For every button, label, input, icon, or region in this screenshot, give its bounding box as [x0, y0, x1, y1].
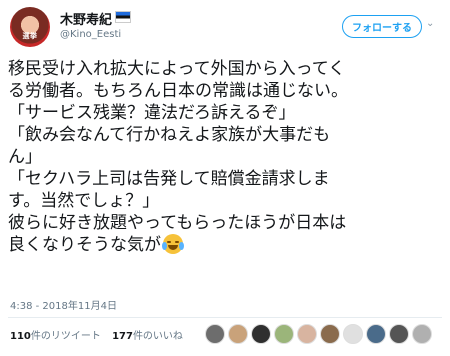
tweet-line: 「セクハラ上司は告発して賠償金請求しま: [8, 169, 330, 189]
tweet-line: る労働者。もちろん日本の常識は通じない。: [8, 81, 348, 101]
retweet-count: 110: [10, 331, 31, 342]
retweet-label: 件のリツイート: [30, 331, 101, 342]
liker-avatar[interactable]: [297, 324, 317, 344]
liker-avatar[interactable]: [320, 324, 340, 344]
tweet-stats: 110件のリツイート 177件のいいね: [10, 327, 191, 347]
tweet-line: 彼らに好き放題やってもらったほうが日本は: [8, 213, 347, 233]
liker-avatars: [205, 324, 435, 346]
face-with-tears-of-joy-icon: [162, 234, 184, 254]
chevron-down-icon[interactable]: ⌄: [426, 19, 436, 29]
liker-avatar[interactable]: [389, 324, 409, 344]
user-name[interactable]: 木野寿紀: [60, 9, 112, 28]
tweet-header: 選挙 木野寿紀 @Kino_Eesti フォローする ⌄: [10, 7, 440, 47]
tweet-line: す。当然でしょ？」: [8, 191, 160, 211]
liker-avatar[interactable]: [228, 324, 248, 344]
tweet-line: 「サービス残業？違法だろ訴えるぞ」: [8, 103, 296, 123]
liker-avatar[interactable]: [343, 324, 363, 344]
liker-avatar[interactable]: [412, 324, 432, 344]
like-stat[interactable]: 177件のいいね: [112, 327, 183, 347]
like-label: 件のいいね: [132, 331, 183, 342]
liker-avatar[interactable]: [205, 324, 225, 344]
liker-avatar[interactable]: [366, 324, 386, 344]
tweet-text: 移民受け入れ拡大によって外国から入ってく る労働者。もちろん日本の常識は通じない…: [8, 58, 443, 256]
tweet-line: 移民受け入れ拡大によって外国から入ってく: [8, 59, 346, 79]
avatar[interactable]: 選挙: [10, 7, 50, 47]
like-count: 177: [112, 331, 133, 342]
avatar-label: 選挙: [22, 32, 38, 40]
tweet-line: 「飲み会なんて行かねえよ家族が大事だも: [8, 125, 331, 145]
tweet-line: 良くなりそうな気が: [8, 235, 161, 255]
estonia-flag-icon: [115, 11, 131, 23]
liker-avatar[interactable]: [274, 324, 294, 344]
tweet-line-last: 良くなりそうな気が: [8, 234, 443, 256]
divider: [8, 317, 442, 318]
tweet-timestamp[interactable]: 4:38 - 2018年11月4日: [10, 297, 117, 312]
retweet-stat[interactable]: 110件のリツイート: [10, 327, 101, 347]
user-handle[interactable]: @Kino_Eesti: [60, 29, 121, 40]
tweet-line: ん」: [8, 147, 42, 167]
liker-avatar[interactable]: [251, 324, 271, 344]
follow-button[interactable]: フォローする: [342, 15, 422, 38]
